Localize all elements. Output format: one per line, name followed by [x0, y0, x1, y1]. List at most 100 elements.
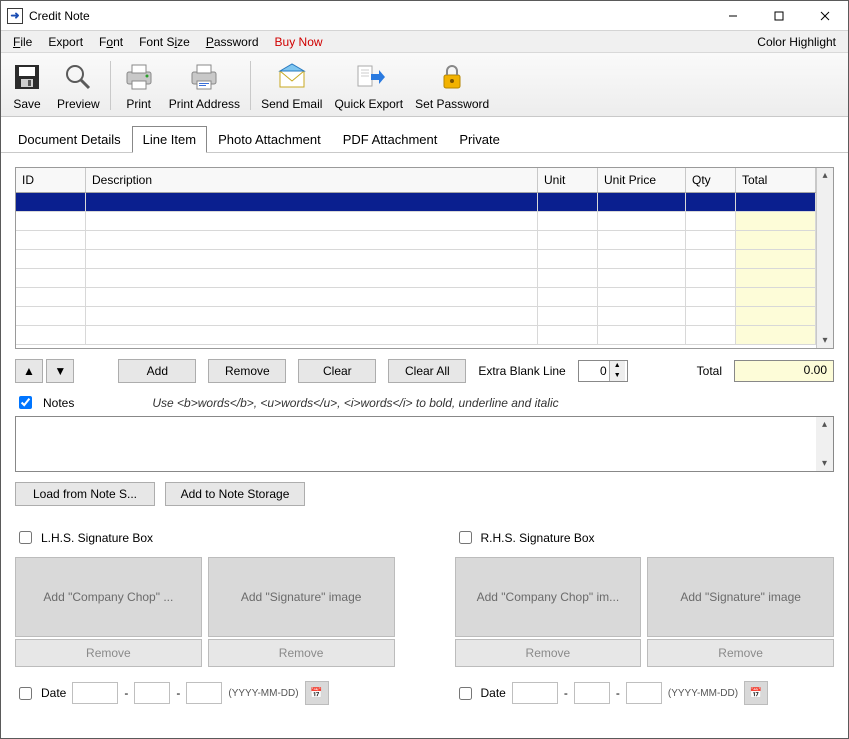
menu-file[interactable]: File: [5, 33, 40, 51]
load-from-note-storage-button[interactable]: Load from Note S...: [15, 482, 155, 506]
lhs-remove-chop-button[interactable]: Remove: [15, 639, 202, 667]
table-row[interactable]: [16, 212, 816, 231]
col-header-qty[interactable]: Qty: [686, 168, 736, 192]
scroll-down-icon[interactable]: ▾: [822, 335, 827, 346]
printer-address-icon: [188, 61, 220, 93]
move-down-button[interactable]: ▼: [46, 359, 74, 383]
tab-private[interactable]: Private: [448, 126, 510, 153]
lhs-date-day[interactable]: [186, 682, 222, 704]
lhs-signature-column: L.H.S. Signature Box Add "Company Chop" …: [15, 528, 395, 705]
rhs-date-day[interactable]: [626, 682, 662, 704]
extra-blank-line-input[interactable]: ▲▼: [578, 360, 628, 382]
add-to-note-storage-button[interactable]: Add to Note Storage: [165, 482, 305, 506]
rhs-add-company-chop[interactable]: Add "Company Chop" im...: [455, 557, 642, 637]
magnifier-icon: [62, 61, 94, 93]
tab-photo-attachment[interactable]: Photo Attachment: [207, 126, 332, 153]
line-item-grid[interactable]: ID Description Unit Unit Price Qty Total: [15, 167, 834, 349]
table-row[interactable]: [16, 193, 816, 212]
notes-scrollbar[interactable]: ▴ ▾: [816, 417, 833, 471]
maximize-icon: [774, 11, 784, 21]
notes-hint: Use <b>words</b>, <u>words</u>, <i>words…: [152, 396, 558, 410]
rhs-date-checkbox[interactable]: [459, 687, 472, 700]
notes-checkbox[interactable]: [19, 396, 32, 409]
rhs-add-signature-image[interactable]: Add "Signature" image: [647, 557, 834, 637]
menu-buynow[interactable]: Buy Now: [267, 33, 331, 51]
tab-pdf-attachment[interactable]: PDF Attachment: [332, 126, 449, 153]
scroll-up-icon[interactable]: ▴: [822, 170, 827, 181]
col-header-unit-price[interactable]: Unit Price: [598, 168, 686, 192]
rhs-remove-signature-button[interactable]: Remove: [647, 639, 834, 667]
lhs-date-month[interactable]: [134, 682, 170, 704]
spin-up-icon[interactable]: ▲: [609, 361, 625, 371]
maximize-button[interactable]: [756, 1, 802, 31]
set-password-button[interactable]: Set Password: [409, 57, 495, 114]
clear-button[interactable]: Clear: [298, 359, 376, 383]
grid-header: ID Description Unit Unit Price Qty Total: [16, 168, 816, 193]
preview-button[interactable]: Preview: [51, 57, 106, 114]
extra-blank-line-field[interactable]: [579, 364, 609, 378]
lhs-add-signature-image[interactable]: Add "Signature" image: [208, 557, 395, 637]
menu-color-highlight[interactable]: Color Highlight: [749, 33, 844, 51]
notes-header: Notes Use <b>words</b>, <u>words</u>, <i…: [15, 393, 834, 412]
remove-button[interactable]: Remove: [208, 359, 286, 383]
lhs-signature-checkbox[interactable]: [19, 531, 32, 544]
grid-actions: ▲ ▼ Add Remove Clear Clear All Extra Bla…: [15, 359, 834, 383]
lhs-calendar-button[interactable]: 📅: [305, 681, 329, 705]
tab-content: ID Description Unit Unit Price Qty Total: [1, 153, 848, 738]
lhs-date-checkbox[interactable]: [19, 687, 32, 700]
col-header-description[interactable]: Description: [86, 168, 538, 192]
clear-all-button[interactable]: Clear All: [388, 359, 466, 383]
rhs-calendar-button[interactable]: 📅: [744, 681, 768, 705]
grid-body[interactable]: [16, 193, 816, 348]
rhs-remove-chop-button[interactable]: Remove: [455, 639, 642, 667]
close-button[interactable]: [802, 1, 848, 31]
menu-password[interactable]: Password: [198, 33, 267, 51]
menu-export[interactable]: Export: [40, 33, 91, 51]
grid-scrollbar[interactable]: ▴ ▾: [816, 168, 833, 348]
table-row[interactable]: [16, 326, 816, 345]
menu-font[interactable]: Font: [91, 33, 131, 51]
rhs-signature-checkbox[interactable]: [459, 531, 472, 544]
save-button[interactable]: Save: [3, 57, 51, 114]
lhs-add-company-chop[interactable]: Add "Company Chop" ...: [15, 557, 202, 637]
rhs-signature-column: R.H.S. Signature Box Add "Company Chop" …: [455, 528, 835, 705]
move-up-button[interactable]: ▲: [15, 359, 43, 383]
lhs-date-label: Date: [41, 686, 66, 700]
notes-box: ▴ ▾: [15, 416, 834, 472]
table-row[interactable]: [16, 288, 816, 307]
signature-section: L.H.S. Signature Box Add "Company Chop" …: [15, 528, 834, 705]
rhs-signature-label: R.H.S. Signature Box: [481, 531, 595, 545]
save-icon: [11, 61, 43, 93]
tab-document-details[interactable]: Document Details: [7, 126, 132, 153]
col-header-unit[interactable]: Unit: [538, 168, 598, 192]
col-header-id[interactable]: ID: [16, 168, 86, 192]
table-row[interactable]: [16, 307, 816, 326]
rhs-date-year[interactable]: [512, 682, 558, 704]
lhs-remove-signature-button[interactable]: Remove: [208, 639, 395, 667]
rhs-date-month[interactable]: [574, 682, 610, 704]
menu-fontsize[interactable]: Font Size: [131, 33, 198, 51]
lhs-date-year[interactable]: [72, 682, 118, 704]
scroll-up-icon[interactable]: ▴: [822, 419, 827, 430]
quick-export-button[interactable]: Quick Export: [328, 57, 409, 114]
table-row[interactable]: [16, 250, 816, 269]
tab-line-item[interactable]: Line Item: [132, 126, 207, 153]
print-button[interactable]: Print: [115, 57, 163, 114]
add-button[interactable]: Add: [118, 359, 196, 383]
print-address-button[interactable]: Print Address: [163, 57, 246, 114]
calendar-icon: 📅: [310, 688, 322, 699]
spin-down-icon[interactable]: ▼: [609, 371, 625, 381]
close-icon: [820, 11, 830, 21]
col-header-total[interactable]: Total: [736, 168, 816, 192]
table-row[interactable]: [16, 269, 816, 288]
window-title: Credit Note: [29, 9, 90, 23]
total-label: Total: [697, 364, 722, 378]
notes-textarea[interactable]: [16, 417, 816, 471]
menubar: File Export Font Font Size Password Buy …: [1, 31, 848, 53]
send-email-button[interactable]: Send Email: [255, 57, 328, 114]
table-row[interactable]: [16, 231, 816, 250]
minimize-button[interactable]: [710, 1, 756, 31]
scroll-down-icon[interactable]: ▾: [822, 458, 827, 469]
tabstrip: Document Details Line Item Photo Attachm…: [1, 117, 848, 153]
lhs-signature-label: L.H.S. Signature Box: [41, 531, 153, 545]
